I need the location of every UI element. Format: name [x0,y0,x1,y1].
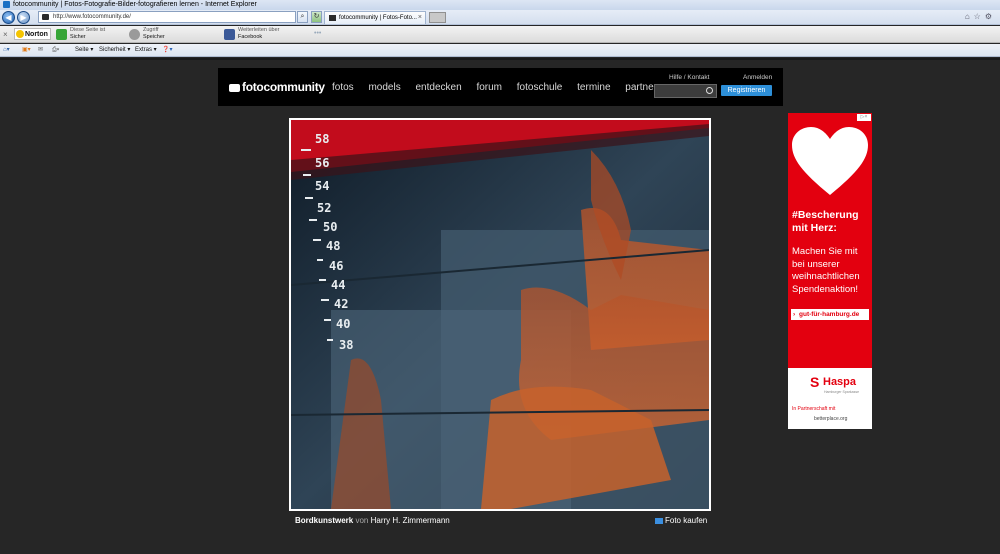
nav-fotoschule[interactable]: fotoschule [517,82,563,93]
tab-close-icon[interactable]: × [418,12,422,24]
toolbar-divider [0,58,1000,60]
norton-toolbar: × Norton Diese Seite ist Sicher Zugriff … [0,26,1000,43]
norton-check-icon [16,30,24,38]
window-titlebar: fotocommunity | Fotos-Fotografie-Bilder-… [0,0,1000,10]
ie-icon [3,0,10,8]
tab-favicon [329,15,336,21]
menu-page[interactable]: Seite ▾ [75,44,93,57]
draft-mark: 44 [331,278,345,292]
draft-mark: 58 [315,132,329,146]
ad-brand: Haspa [823,376,857,388]
draft-mark: 48 [326,239,340,253]
norton-item-line2: Speicher [143,34,165,40]
register-button[interactable]: Registrieren [721,85,772,96]
main-nav: fotos models entdecken forum fotoschule … [332,82,669,93]
facebook-icon [224,29,235,40]
refresh-button[interactable]: ↻ [311,11,322,23]
norton-facebook-status[interactable]: Weiterleiten über Facebook [224,27,279,42]
norton-item-line2: Facebook [238,34,263,40]
ad-brand-box: S Haspa Hamburger Sparkasse In Partnersc… [788,368,872,429]
favorites-icon[interactable]: ☆ [974,12,985,21]
gear-icon[interactable]: ⚙ [985,12,996,21]
photo-image: 58 56 54 52 50 48 46 44 42 40 38 [291,120,709,509]
ad-banner[interactable]: ▷× #Bescherung mit Herz: Machen Sie mit … [788,113,872,429]
norton-item-line1: Diese Seite ist [70,27,106,33]
address-text: http://www.fotocommunity.de/ [53,14,131,20]
command-bar: ⌂▾ ▣▾ ✉ ⎙▾ Seite ▾ Sicherheit ▾ Extras ▾… [0,44,1000,57]
address-toolbar: ◀ ▶ http://www.fotocommunity.de/ ⌕ ↻ fot… [0,10,1000,25]
ad-body: Machen Sie mit bei unserer weihnachtlich… [792,246,860,295]
norton-item-line2: Sicher [70,34,86,40]
ad-headline: #Bescherung mit Herz: [792,209,859,234]
back-button[interactable]: ◀ [2,11,15,24]
camera-icon [229,84,240,92]
window-title: fotocommunity | Fotos-Fotografie-Bilder-… [13,1,257,8]
check-icon [56,29,67,40]
draft-mark: 38 [339,338,353,352]
browser-tab[interactable]: fotocommunity | Fotos-Foto... × [324,11,426,24]
norton-vault-status[interactable]: Zugriff Speicher [129,27,165,42]
site-header: fotocommunity fotos models entdecken for… [218,68,783,106]
draft-mark: 52 [317,201,331,215]
ad-partner-line: In Partnerschaft mit [792,406,836,412]
buy-photo-link[interactable]: Foto kaufen [655,516,707,525]
norton-logo[interactable]: Norton [14,28,51,40]
help-contact-link[interactable]: Hilfe / Kontakt [669,74,709,81]
menu-extras[interactable]: Extras ▾ [135,44,157,57]
search-dropdown-button[interactable]: ⌕ [297,11,308,23]
nav-entdecken[interactable]: entdecken [416,82,462,93]
lock-icon [129,29,140,40]
cart-icon [655,518,663,524]
toolbar-icons: ⌂☆⚙ [965,12,996,21]
home-icon[interactable]: ⌂▾ [3,44,10,57]
photo-by: von [355,516,369,525]
ad-close-icon[interactable]: ▷× [857,114,871,121]
forward-button[interactable]: ▶ [17,11,30,24]
menu-security[interactable]: Sicherheit ▾ [99,44,130,57]
photo-caption: Bordkunstwerk von Harry H. Zimmermann [295,516,450,525]
nav-models[interactable]: models [368,82,400,93]
norton-label: Norton [25,31,48,38]
help-icon[interactable]: ❓▾ [162,44,172,57]
site-favicon [42,14,49,20]
draft-mark: 54 [315,179,329,193]
site-logo[interactable]: fotocommunity [229,80,325,94]
sparkasse-icon: S [810,374,820,390]
close-icon[interactable]: × [3,30,8,39]
draft-mark: 56 [315,156,329,170]
login-link[interactable]: Anmelden [743,74,772,81]
tab-label: fotocommunity | Fotos-Foto... [339,15,417,21]
photo-title[interactable]: Bordkunstwerk [295,516,353,525]
arrow-icon: › [793,311,796,318]
print-icon[interactable]: ⎙▾ [52,44,59,57]
mail-icon[interactable]: ✉ [38,44,43,57]
ad-partner: betterplace.org [814,416,848,422]
home-icon[interactable]: ⌂ [965,12,974,21]
site-search-input[interactable] [654,84,717,98]
new-tab-button[interactable] [429,12,446,23]
more-dots[interactable]: ••• [314,30,321,37]
draft-mark: 42 [334,297,348,311]
nav-partner[interactable]: partner [625,82,657,93]
heart-icon [792,127,868,195]
feeds-icon[interactable]: ▣▾ [22,44,31,57]
ad-link[interactable]: › gut-für-hamburg.de [791,309,869,320]
address-field[interactable]: http://www.fotocommunity.de/ [38,11,296,23]
norton-item-line1: Weiterleiten über [238,27,280,33]
buy-photo-label: Foto kaufen [665,516,708,525]
norton-item-line1: Zugriff [143,27,159,33]
draft-mark: 50 [323,220,337,234]
main-photo[interactable]: 58 56 54 52 50 48 46 44 42 40 38 [289,118,711,511]
photo-author[interactable]: Harry H. Zimmermann [371,516,450,525]
ad-link-text: gut-für-hamburg.de [799,311,860,318]
norton-safe-status[interactable]: Diese Seite ist Sicher [56,27,105,42]
nav-termine[interactable]: termine [577,82,610,93]
draft-mark: 46 [329,259,343,273]
nav-forum[interactable]: forum [476,82,502,93]
nav-fotos[interactable]: fotos [332,82,354,93]
search-icon[interactable] [706,87,713,94]
ad-brand-sub: Hamburger Sparkasse [824,390,860,394]
draft-mark: 40 [336,317,350,331]
logo-text: fotocommunity [242,80,325,94]
